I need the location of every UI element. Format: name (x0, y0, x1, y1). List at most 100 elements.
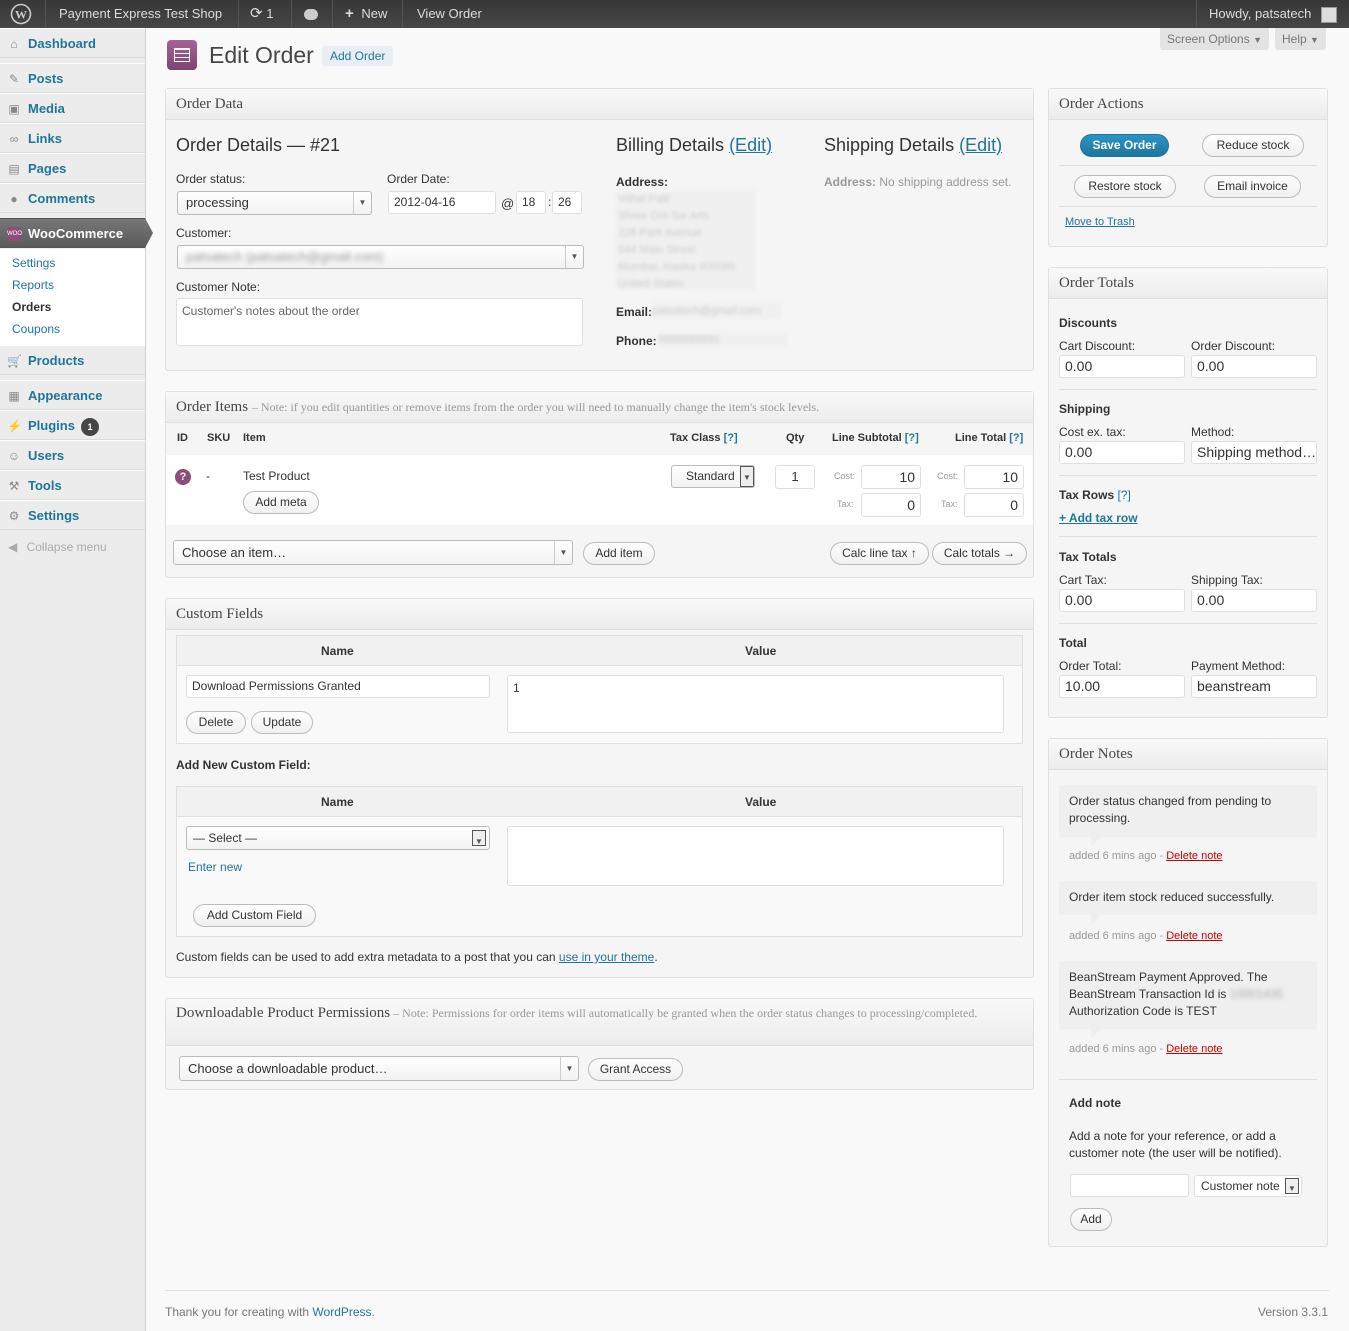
add-note-input[interactable] (1070, 1174, 1189, 1197)
menu-media[interactable]: ▣ Media (0, 93, 145, 123)
delete-note-link[interactable]: Delete note (1166, 850, 1222, 862)
collapse-menu[interactable]: ◀ Collapse menu (8, 540, 107, 554)
qty-input[interactable]: 1 (775, 465, 815, 489)
submenu-reports[interactable]: Reports (12, 278, 54, 292)
line-subtotal-help-link[interactable]: [?] (905, 432, 919, 444)
shipping-tax-input[interactable]: 0.00 (1191, 589, 1317, 612)
cart-discount-input[interactable]: 0.00 (1059, 355, 1185, 378)
chevron-down-icon: ▼ (472, 830, 486, 846)
order-discount-input[interactable]: 0.00 (1191, 355, 1317, 378)
billing-edit-link[interactable]: (Edit) (729, 135, 772, 155)
total-cost-input[interactable]: 10 (964, 465, 1024, 489)
downloadable-product-select[interactable]: Choose a downloadable product… ▼ (179, 1056, 579, 1081)
customer-note-textarea[interactable]: Customer's notes about the order (176, 298, 583, 346)
user-account-menu[interactable]: Howdy, patsatech (1209, 0, 1337, 28)
order-minute-input[interactable]: 26 (552, 191, 582, 214)
note-type-select[interactable]: Customer note ▼ (1194, 1175, 1302, 1197)
update-field-button[interactable]: Update (251, 711, 313, 734)
menu-comments[interactable]: ● Comments (0, 183, 145, 213)
custom-field-key-select[interactable]: — Select — ▼ (186, 826, 490, 850)
grant-access-button[interactable]: Grant Access (588, 1058, 683, 1081)
menu-woocommerce[interactable]: WOO WooCommerce (0, 218, 153, 248)
col-sku: SKU (207, 432, 231, 444)
add-note-heading: Add note (1069, 1096, 1121, 1110)
shipping-method-input[interactable]: Shipping method… (1191, 441, 1317, 464)
tax-rows-help-link[interactable]: [?] (1117, 488, 1130, 502)
wordpress-logo-icon[interactable]: W (10, 0, 36, 28)
add-order-button[interactable]: Add Order (322, 46, 394, 66)
view-order-link[interactable]: View Order (417, 0, 482, 28)
save-order-button[interactable]: Save Order (1080, 134, 1169, 157)
use-in-theme-link[interactable]: use in your theme (559, 950, 654, 964)
submenu-coupons[interactable]: Coupons (12, 322, 60, 336)
order-date-input[interactable]: 2012-04-16 (388, 191, 496, 214)
cart-tax-input[interactable]: 0.00 (1059, 589, 1185, 612)
custom-field-value-textarea[interactable]: 1 (507, 675, 1004, 733)
tax-class-select[interactable]: Standard ▼ (671, 465, 755, 488)
payment-method-input[interactable]: beanstream (1191, 675, 1317, 698)
custom-field-name-input[interactable]: Download Permissions Granted (186, 675, 490, 698)
comments-link[interactable] (304, 0, 318, 28)
plugins-badge: 1 (80, 417, 99, 436)
billing-address-line: Vithal Patil (618, 193, 670, 205)
wordpress-link[interactable]: WordPress (312, 1305, 371, 1319)
howdy-label: Howdy, patsatech (1209, 6, 1312, 21)
menu-users[interactable]: ☺ Users (0, 440, 145, 470)
site-name-link[interactable]: Payment Express Test Shop (59, 0, 222, 28)
order-data-box: Order Data Order Details — #21 Order sta… (165, 88, 1034, 371)
add-note-help: Add a note for your reference, or add a … (1069, 1129, 1282, 1160)
calc-line-tax-button[interactable]: Calc line tax ↑ (830, 542, 929, 565)
screen-options-tab[interactable]: Screen Options ▼ (1160, 28, 1269, 50)
items-table-header: ID SKU Item Tax Class [?] Qty Line Subto… (166, 424, 1033, 454)
add-tax-row-link[interactable]: + Add tax row (1059, 511, 1138, 525)
add-custom-field-button[interactable]: Add Custom Field (193, 904, 316, 927)
custom-field-key-value: — Select — (193, 831, 258, 845)
delete-note-link[interactable]: Delete note (1166, 930, 1222, 942)
enter-new-link[interactable]: Enter new (188, 860, 242, 874)
move-to-trash-link[interactable]: Move to Trash (1065, 216, 1135, 228)
custom-fields-box: Custom Fields Name Value Download Permis… (165, 598, 1034, 978)
order-hour-input[interactable]: 18 (516, 191, 546, 214)
shipping-cost-input[interactable]: 0.00 (1059, 441, 1185, 464)
customer-select[interactable]: patsatech (patsatech@gmail.com) ▼ (177, 245, 584, 269)
menu-links[interactable]: ∞ Links (0, 123, 145, 153)
help-tab[interactable]: Help ▼ (1275, 28, 1326, 50)
chevron-down-icon: ▼ (560, 1057, 578, 1080)
new-custom-field-table: Name Value — Select — ▼ Enter new Add Cus… (176, 786, 1023, 937)
add-meta-button[interactable]: Add meta (243, 491, 319, 514)
total-tax-input[interactable]: 0 (964, 493, 1024, 517)
actions-divider (1059, 165, 1317, 166)
menu-label: Pages (28, 161, 67, 176)
cart-icon: 🛒 (7, 354, 22, 368)
email-invoice-button[interactable]: Email invoice (1204, 175, 1301, 198)
menu-plugins[interactable]: ⚡ Plugins 1 (0, 410, 145, 440)
menu-pages[interactable]: ▤ Pages (0, 153, 145, 183)
subtotal-cost-input[interactable]: 10 (861, 465, 921, 489)
menu-posts[interactable]: ✎ Posts (0, 63, 145, 93)
product-help-icon[interactable]: ? (175, 469, 191, 485)
reduce-stock-button[interactable]: Reduce stock (1202, 134, 1304, 157)
menu-settings[interactable]: ⚙ Settings (0, 500, 145, 530)
menu-appearance[interactable]: ▦ Appearance (0, 380, 145, 410)
add-note-button[interactable]: Add (1070, 1208, 1112, 1231)
delete-field-button[interactable]: Delete (186, 711, 246, 734)
shipping-edit-link[interactable]: (Edit) (959, 135, 1002, 155)
new-custom-field-value-textarea[interactable] (507, 826, 1004, 886)
calc-totals-button[interactable]: Calc totals → (932, 542, 1027, 565)
order-status-select[interactable]: processing ▼ (177, 191, 372, 215)
new-content-link[interactable]: + New (345, 0, 387, 28)
menu-dashboard[interactable]: ⌂ Dashboard (0, 28, 145, 58)
restore-stock-button[interactable]: Restore stock (1074, 175, 1176, 198)
order-total-input[interactable]: 10.00 (1059, 675, 1185, 698)
submenu-orders[interactable]: Orders (12, 300, 51, 314)
choose-item-select[interactable]: Choose an item… ▼ (173, 540, 573, 565)
delete-note-link[interactable]: Delete note (1166, 1043, 1222, 1055)
updates-link[interactable]: ⟳ 1 (250, 0, 273, 28)
line-total-help-link[interactable]: [?] (1009, 432, 1023, 444)
add-item-button[interactable]: Add item (583, 542, 655, 565)
submenu-settings[interactable]: Settings (12, 256, 55, 270)
menu-products[interactable]: 🛒 Products (0, 345, 145, 375)
subtotal-tax-input[interactable]: 0 (861, 493, 921, 517)
menu-tools[interactable]: ⚒ Tools (0, 470, 145, 500)
tax-class-help-link[interactable]: [?] (724, 432, 738, 444)
